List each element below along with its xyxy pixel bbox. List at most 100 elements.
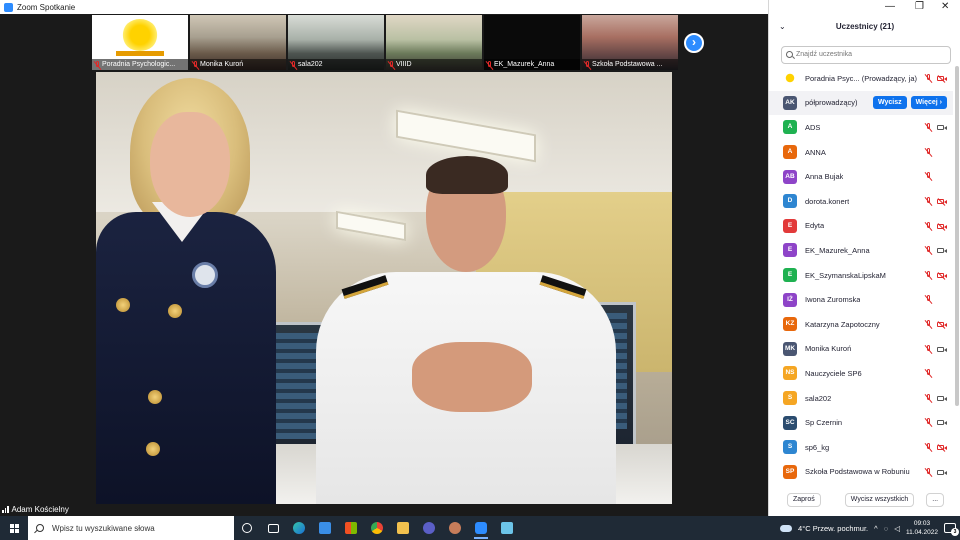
participant-thumbnail[interactable]: VIIID	[386, 15, 482, 70]
participant-row[interactable]: IŻ Iwona Zuromska	[769, 287, 953, 312]
participant-row[interactable]: AK półprowadzący) Wycisz Więcej ›	[769, 90, 953, 116]
participant-thumbnail[interactable]: Szkoła Podstawowa ...	[582, 15, 678, 70]
muted-mic-icon[interactable]	[925, 147, 932, 157]
zoom-taskbar-icon[interactable]	[468, 516, 494, 540]
participant-row[interactable]: E EK_SzymanskaLipskaM	[769, 263, 953, 288]
thumbnail-label: Poradnia Psychologic...	[92, 59, 188, 70]
participant-name: Sp Czernin	[805, 418, 843, 428]
muted-mic-icon[interactable]	[925, 319, 932, 329]
participant-name: sp6_kg	[805, 442, 830, 452]
muted-mic-icon[interactable]	[925, 467, 932, 477]
participant-row[interactable]: SP Szkoła Podstawowa w Robuniu	[769, 460, 953, 485]
active-speaker-label: Adam Kościelny	[0, 505, 69, 514]
muted-mic-icon[interactable]	[925, 369, 932, 378]
muted-mic-icon[interactable]	[925, 418, 932, 427]
participant-status-icons	[925, 369, 947, 378]
muted-mic-icon[interactable]	[925, 393, 932, 403]
participant-row[interactable]: Ssp6_kg	[769, 435, 953, 460]
invite-button[interactable]: Zaproś	[787, 493, 821, 507]
participant-list-scrollbar[interactable]	[955, 66, 959, 406]
camera-off-icon[interactable]	[937, 444, 947, 451]
chrome-icon[interactable]	[364, 516, 390, 540]
start-button[interactable]	[0, 516, 28, 540]
muted-mic-icon[interactable]	[925, 123, 932, 132]
camera-off-icon[interactable]	[937, 321, 947, 328]
more-participant-button[interactable]: Więcej ›	[910, 95, 947, 109]
file-explorer-icon[interactable]	[390, 516, 416, 540]
muted-mic-icon[interactable]	[925, 221, 932, 231]
camera-icon[interactable]	[937, 346, 947, 353]
clock-date: 11.04.2022	[905, 529, 938, 536]
taskbar-search-input[interactable]: Wpisz tu wyszukiwane słowa	[28, 516, 234, 540]
participant-thumbnail[interactable]: Poradnia Psychologic...	[92, 15, 188, 70]
camera-icon[interactable]	[937, 247, 947, 254]
weather-text[interactable]: 4°C Przew. pochmur.	[798, 524, 868, 533]
participant-row[interactable]: NS Nauczyciele SP6	[769, 361, 953, 386]
muted-mic-icon[interactable]	[925, 270, 932, 280]
participant-row[interactable]: E Edyta	[769, 214, 953, 239]
camera-icon[interactable]	[937, 419, 947, 426]
participant-search-input[interactable]: Znajdź uczestnika	[781, 46, 951, 64]
camera-icon[interactable]	[937, 124, 947, 131]
more-options-button[interactable]: ...	[926, 493, 945, 507]
participant-row[interactable]: A ADS	[769, 115, 953, 140]
weather-cloud-icon[interactable]	[780, 524, 793, 532]
store-icon[interactable]	[338, 516, 364, 540]
cortana-icon[interactable]	[234, 516, 260, 540]
participant-thumbnail[interactable]: EK_Mazurek_Anna	[484, 15, 580, 70]
muted-mic-icon[interactable]	[925, 246, 932, 255]
network-icon[interactable]: ◌	[884, 524, 888, 533]
next-thumbnails-button[interactable]: ›	[684, 33, 704, 53]
camera-off-icon[interactable]	[937, 198, 947, 205]
person-left	[96, 72, 296, 504]
camera-off-icon[interactable]	[937, 272, 947, 279]
participant-row[interactable]: A ANNA	[769, 140, 953, 165]
camera-off-icon[interactable]	[937, 75, 947, 82]
participant-status-icons	[925, 295, 947, 304]
signal-bars-icon	[2, 506, 9, 513]
participant-row[interactable]: Ddorota.konert	[769, 189, 953, 214]
task-view-icon[interactable]	[260, 516, 286, 540]
restore-icon[interactable]: ❐	[915, 1, 924, 12]
participant-row[interactable]: AB Anna Bujak	[769, 164, 953, 189]
camera-icon[interactable]	[937, 395, 947, 402]
tray-chevron-icon[interactable]: ^	[874, 524, 878, 533]
close-icon[interactable]: ✕	[941, 1, 949, 12]
participant-row[interactable]: Ssala202	[769, 386, 953, 411]
participant-row[interactable]: SC Sp Czernin	[769, 410, 953, 435]
camera-icon[interactable]	[937, 469, 947, 476]
teams-icon[interactable]	[416, 516, 442, 540]
notifications-icon[interactable]: 3	[944, 523, 959, 536]
muted-mic-icon	[192, 61, 198, 68]
participant-name: sala202	[805, 393, 832, 403]
window-titlebar: Zoom Spotkanie	[0, 0, 768, 14]
app-icon[interactable]	[494, 516, 520, 540]
camera-off-icon[interactable]	[937, 223, 947, 230]
muted-mic-icon	[584, 61, 590, 68]
taskbar-clock[interactable]: 09:03 11.04.2022	[906, 519, 938, 537]
volume-icon[interactable]: ◁	[894, 524, 900, 533]
muted-mic-icon[interactable]	[925, 196, 932, 206]
edge-icon[interactable]	[286, 516, 312, 540]
muted-mic-icon[interactable]	[925, 442, 932, 452]
mute-participant-button[interactable]: Wycisz	[873, 95, 907, 109]
muted-mic-icon[interactable]	[925, 344, 932, 354]
participant-row[interactable]: KZ Katarzyna Zapotoczny	[769, 312, 953, 337]
participant-avatar: AB	[783, 169, 797, 184]
mute-all-button[interactable]: Wycisz wszystkich	[844, 493, 915, 507]
participant-row[interactable]: Poradnia Psyc... (Prowadzący, ja)	[769, 66, 953, 91]
muted-mic-icon[interactable]	[925, 295, 932, 304]
participant-list[interactable]: Poradnia Psyc... (Prowadzący, ja) AK półpr…	[769, 66, 953, 484]
participant-row[interactable]: MK Monika Kuroń	[769, 337, 953, 362]
participant-thumbnail[interactable]: Monika Kuroń	[190, 15, 286, 70]
participant-row[interactable]: E EK_Mazurek_Anna	[769, 238, 953, 263]
user-app-icon[interactable]	[442, 516, 468, 540]
participant-thumbnail[interactable]: sala202	[288, 15, 384, 70]
mail-icon[interactable]	[312, 516, 338, 540]
muted-mic-icon[interactable]	[925, 172, 932, 181]
minimize-icon[interactable]: —	[885, 1, 895, 12]
collapse-chevron-icon[interactable]: ⌄	[779, 18, 786, 36]
thumbnail-label: Szkoła Podstawowa ...	[582, 59, 678, 70]
muted-mic-icon[interactable]	[925, 74, 932, 83]
sun-logo-icon	[122, 19, 158, 51]
